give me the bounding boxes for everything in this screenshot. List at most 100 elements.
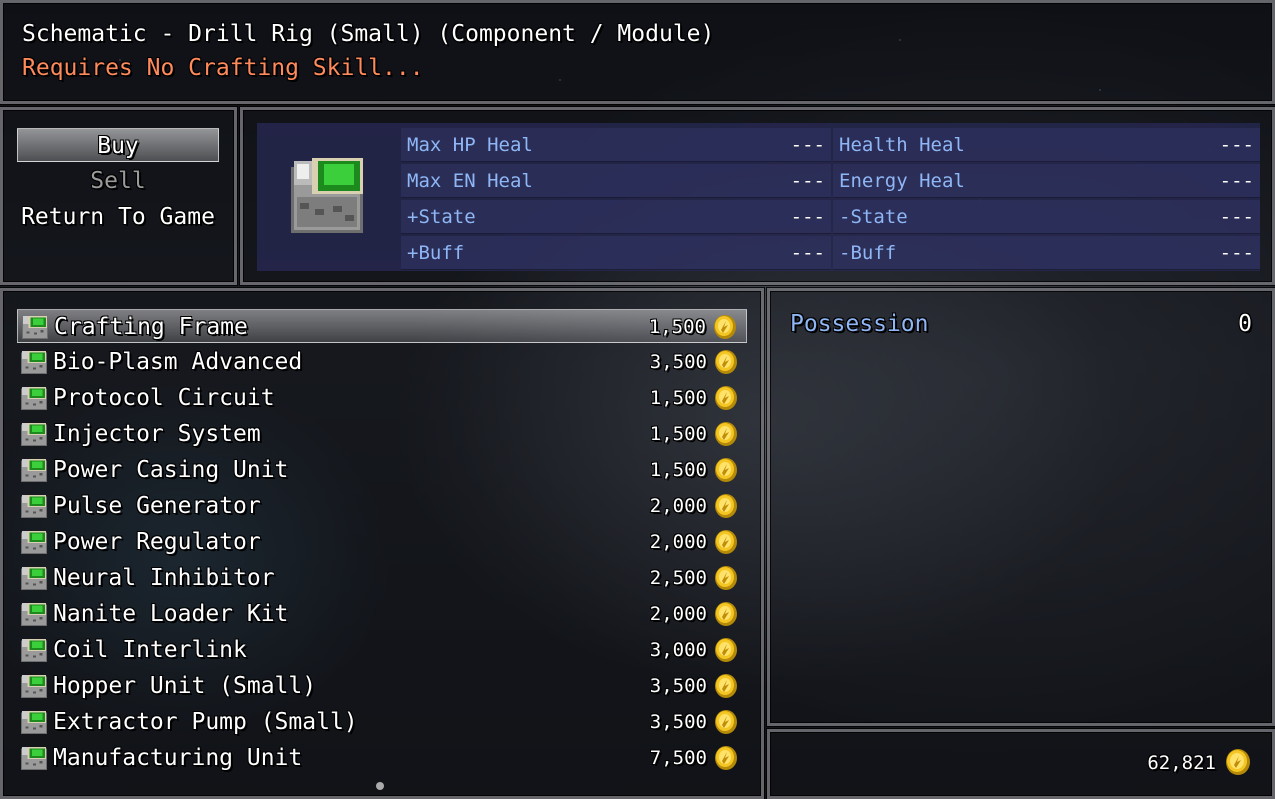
param-row: Max EN Heal --- [401, 164, 831, 198]
possession-count: 0 [1238, 311, 1252, 337]
return-to-game-button[interactable]: Return To Game [17, 200, 219, 234]
param-add-state: +State [407, 206, 476, 228]
item-price: 2,000 [649, 495, 707, 517]
gold-coin-icon [715, 386, 737, 410]
gold-coin-icon [715, 422, 737, 446]
possession-label: Possession [790, 311, 929, 337]
param-value: --- [790, 206, 825, 228]
param-value: --- [1219, 134, 1254, 156]
circuit-chip-icon [21, 531, 47, 554]
gold-coin-icon [715, 602, 737, 626]
gold-coin-icon [714, 315, 736, 339]
item-status-window: Max HP Heal --- Health Heal --- Max EN H… [240, 107, 1275, 285]
item-price: 1,500 [649, 387, 707, 409]
shop-item-row[interactable]: Coil Interlink 3,000 [17, 633, 747, 667]
param-value: --- [1219, 206, 1254, 228]
item-name: Nanite Loader Kit [53, 601, 289, 627]
param-row: +Buff --- [401, 236, 831, 270]
item-price: 2,500 [649, 567, 707, 589]
shop-item-row[interactable]: Nanite Loader Kit 2,000 [17, 597, 747, 631]
shop-item-row[interactable]: Extractor Pump (Small) 3,500 [17, 705, 747, 739]
circuit-chip-icon [21, 747, 47, 770]
item-name: Power Casing Unit [53, 457, 289, 483]
circuit-chip-icon [21, 459, 47, 482]
gold-coin-icon [715, 674, 737, 698]
circuit-chip-icon [21, 495, 47, 518]
shop-item-row[interactable]: Power Regulator 2,000 [17, 525, 747, 559]
circuit-chip-icon [21, 351, 47, 374]
scroll-indicator [376, 782, 384, 790]
shop-item-row[interactable]: Power Casing Unit 1,500 [17, 453, 747, 487]
param-row: +State --- [401, 200, 831, 234]
shop-item-row[interactable]: Bio-Plasm Advanced 3,500 [17, 345, 747, 379]
shop-item-list: Crafting Frame 1,500 Bio-Plasm Advanced 3,5… [0, 288, 764, 799]
help-window: Schematic - Drill Rig (Small) (Component… [0, 0, 1275, 104]
item-price: 2,000 [649, 603, 707, 625]
item-name: Neural Inhibitor [53, 565, 275, 591]
gold-coin-icon [715, 494, 737, 518]
circuit-chip-icon [21, 675, 47, 698]
param-row: -Buff --- [833, 236, 1260, 270]
item-price: 3,000 [649, 639, 707, 661]
sell-button[interactable]: Sell [17, 164, 219, 198]
item-price: 1,500 [649, 459, 707, 481]
circuit-chip-icon [21, 711, 47, 734]
item-name: Protocol Circuit [53, 385, 275, 411]
shop-item-row[interactable]: Crafting Frame 1,500 [17, 309, 747, 343]
circuit-chip-icon [21, 423, 47, 446]
item-price: 2,000 [649, 531, 707, 553]
item-name: Crafting Frame [54, 314, 248, 340]
param-max-en-heal: Max EN Heal [407, 170, 533, 192]
shop-item-row[interactable]: Neural Inhibitor 2,500 [17, 561, 747, 595]
schematic-title: Schematic - Drill Rig (Small) (Component… [22, 21, 715, 47]
gold-coin-icon [715, 710, 737, 734]
gold-coin-icon [715, 566, 737, 590]
param-row: Energy Heal --- [833, 164, 1260, 198]
param-row: Health Heal --- [833, 128, 1260, 162]
param-remove-buff: -Buff [839, 242, 897, 264]
param-add-buff: +Buff [407, 242, 465, 264]
circuit-chip-icon [22, 316, 48, 339]
circuit-chip-icon [21, 603, 47, 626]
shop-item-row[interactable]: Manufacturing Unit 7,500 [17, 741, 747, 775]
green-circuit-chip-icon [291, 158, 363, 233]
shop-item-row[interactable]: Hopper Unit (Small) 3,500 [17, 669, 747, 703]
item-name: Bio-Plasm Advanced [53, 349, 303, 375]
param-value: --- [790, 170, 825, 192]
param-row: -State --- [833, 200, 1260, 234]
gold-coin-icon [715, 350, 737, 374]
param-row: Max HP Heal --- [401, 128, 831, 162]
shop-item-row[interactable]: Pulse Generator 2,000 [17, 489, 747, 523]
circuit-chip-icon [21, 639, 47, 662]
item-price: 1,500 [649, 423, 707, 445]
shop-item-row[interactable]: Protocol Circuit 1,500 [17, 381, 747, 415]
buy-button[interactable]: Buy [17, 128, 219, 162]
param-value: --- [790, 242, 825, 264]
circuit-chip-icon [21, 387, 47, 410]
item-name: Injector System [53, 421, 261, 447]
item-price: 3,500 [649, 675, 707, 697]
item-price: 3,500 [649, 711, 707, 733]
param-remove-state: -State [839, 206, 908, 228]
param-value: --- [1219, 170, 1254, 192]
gold-coin-icon [715, 746, 737, 770]
param-max-hp-heal: Max HP Heal [407, 134, 533, 156]
item-price: 7,500 [649, 747, 707, 769]
command-window: Buy Sell Return To Game [0, 107, 237, 285]
gold-coin-icon [715, 530, 737, 554]
param-health-heal: Health Heal [839, 134, 965, 156]
item-name: Power Regulator [53, 529, 261, 555]
item-name: Pulse Generator [53, 493, 261, 519]
gold-coin-icon [715, 458, 737, 482]
item-name: Coil Interlink [53, 637, 247, 663]
item-name: Manufacturing Unit [53, 745, 303, 771]
gold-window: 62,821 [767, 729, 1275, 799]
param-energy-heal: Energy Heal [839, 170, 965, 192]
skill-requirement: Requires No Crafting Skill... [22, 55, 424, 81]
shop-item-row[interactable]: Injector System 1,500 [17, 417, 747, 451]
item-params-panel: Max HP Heal --- Health Heal --- Max EN H… [257, 123, 1260, 271]
item-name: Extractor Pump (Small) [53, 709, 358, 735]
gold-amount: 62,821 [1147, 752, 1216, 774]
possession-window: Possession 0 [767, 288, 1275, 726]
item-name: Hopper Unit (Small) [53, 673, 317, 699]
